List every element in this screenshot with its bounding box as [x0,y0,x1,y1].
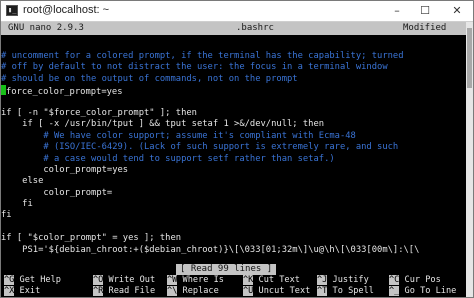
shortcut-bar: ^G Get Help ^O Write Out ^W Where Is ^K Cut… [1,275,466,297]
title-bar[interactable]: ▮_ root@localhost: ~ – ☐ ✕ [1,1,473,22]
editor-line: if [ -x /usr/bin/tput ] && tput setaf 1 … [1,119,325,130]
shortcut-key: ^J [317,275,328,285]
shortcut-label: Write Out [108,275,156,285]
shortcut-key: ^_ [389,286,400,296]
editor-line: # should be on the output of commands, n… [1,73,298,84]
nano-version: GNU nano 2.9.3 [8,23,84,33]
maximize-button[interactable]: ☐ [414,1,436,21]
shortcut-label: Uncut Text [258,286,311,296]
shortcut-key: ^K [243,275,254,285]
shortcut-label: Go To Line [404,286,457,296]
shortcut-key: ^\ [167,286,178,296]
shortcut-item[interactable]: ^U Uncut Text [243,286,310,297]
editor-line: force_color_prompt=yes [1,85,466,98]
editor-line: if [ "$color_prompt" = yes ]; then [1,233,182,244]
shortcut-label: Where Is [182,275,224,285]
shortcut-label: Justify [332,275,369,285]
editor-line: # We have color support; assume it's com… [1,130,356,141]
editor-line: # (ISO/IEC-6429). (Lack of such support … [1,142,399,153]
shortcut-label: Read File [108,286,156,296]
editor-line: PS1='${debian_chroot:+($debian_chroot)}\… [1,244,420,255]
close-button[interactable]: ✕ [446,1,468,21]
editor-line: color_prompt= [1,187,113,198]
editor-line: else [1,176,44,187]
shortcut-item[interactable]: ^J Justify [317,275,369,286]
file-name: .bashrc [236,23,274,33]
shortcut-key: ^T [317,286,328,296]
scrollbar-thumb[interactable] [467,28,472,88]
shortcut-key: ^U [243,286,254,296]
editor-line: if [ -n "$force_color_prompt" ]; then [1,107,197,118]
shortcut-label: Cut Text [258,275,300,285]
editor-line: # uncomment for a colored prompt, if the… [1,51,404,61]
editor-line: fi [1,210,12,221]
shortcut-label: Replace [182,286,219,296]
line-text: force_color_prompt=yes [6,87,123,98]
shortcut-key: ^R [93,286,104,296]
scrollbar[interactable] [466,22,473,297]
editor-text-area[interactable]: # uncomment for a colored prompt, if the… [1,51,466,264]
shortcut-item[interactable]: ^\ Replace [167,286,219,297]
shortcut-item[interactable]: ^T To Spell [317,286,374,297]
editor-line: # off by default to not distract the use… [1,62,388,73]
shortcut-label: Exit [19,286,41,296]
shortcut-item[interactable]: ^R Read File [93,286,155,297]
shortcut-key: ^X [4,286,15,296]
shortcut-label: To Spell [332,286,374,296]
status-bar: [ Read 99 lines ] [1,264,466,275]
modified-status: Modified [403,23,447,33]
minimize-button[interactable]: – [386,1,408,21]
shortcut-item[interactable]: ^C Cur Pos [389,275,441,286]
shortcut-item[interactable]: ^_ Go To Line [389,286,456,297]
shortcut-item[interactable]: ^G Get Help [4,275,61,286]
shortcut-row: ^G Get Help ^O Write Out ^W Where Is ^K Cut… [1,275,466,286]
window-title: root@localhost: ~ [23,4,110,16]
editor-line: fi [1,199,33,210]
shortcut-item[interactable]: ^X Exit [4,286,40,297]
shortcut-key: ^W [167,275,178,285]
shortcut-key: ^G [4,275,15,285]
nano-header-bar: GNU nano 2.9.3 .bashrc Modified [1,22,466,35]
shortcut-key: ^O [93,275,104,285]
shortcut-key: ^C [389,275,400,285]
terminal-icon: ▮_ [6,5,18,16]
shortcut-item[interactable]: ^O Write Out [93,275,155,286]
editor-line: # a case would tend to support setf rath… [1,153,335,164]
shortcut-row: ^X Exit ^R Read File ^\ Replace ^U Uncut Te… [1,286,466,297]
terminal-window: ▮_ root@localhost: ~ – ☐ ✕ GNU nano 2.9.… [0,0,474,298]
editor-line: color_prompt=yes [1,164,129,175]
shortcut-label: Get Help [19,275,61,285]
shortcut-item[interactable]: ^W Where Is [167,275,224,286]
shortcut-item[interactable]: ^K Cut Text [243,275,300,286]
status-message: [ Read 99 lines ] [176,264,277,275]
shortcut-label: Cur Pos [404,275,441,285]
